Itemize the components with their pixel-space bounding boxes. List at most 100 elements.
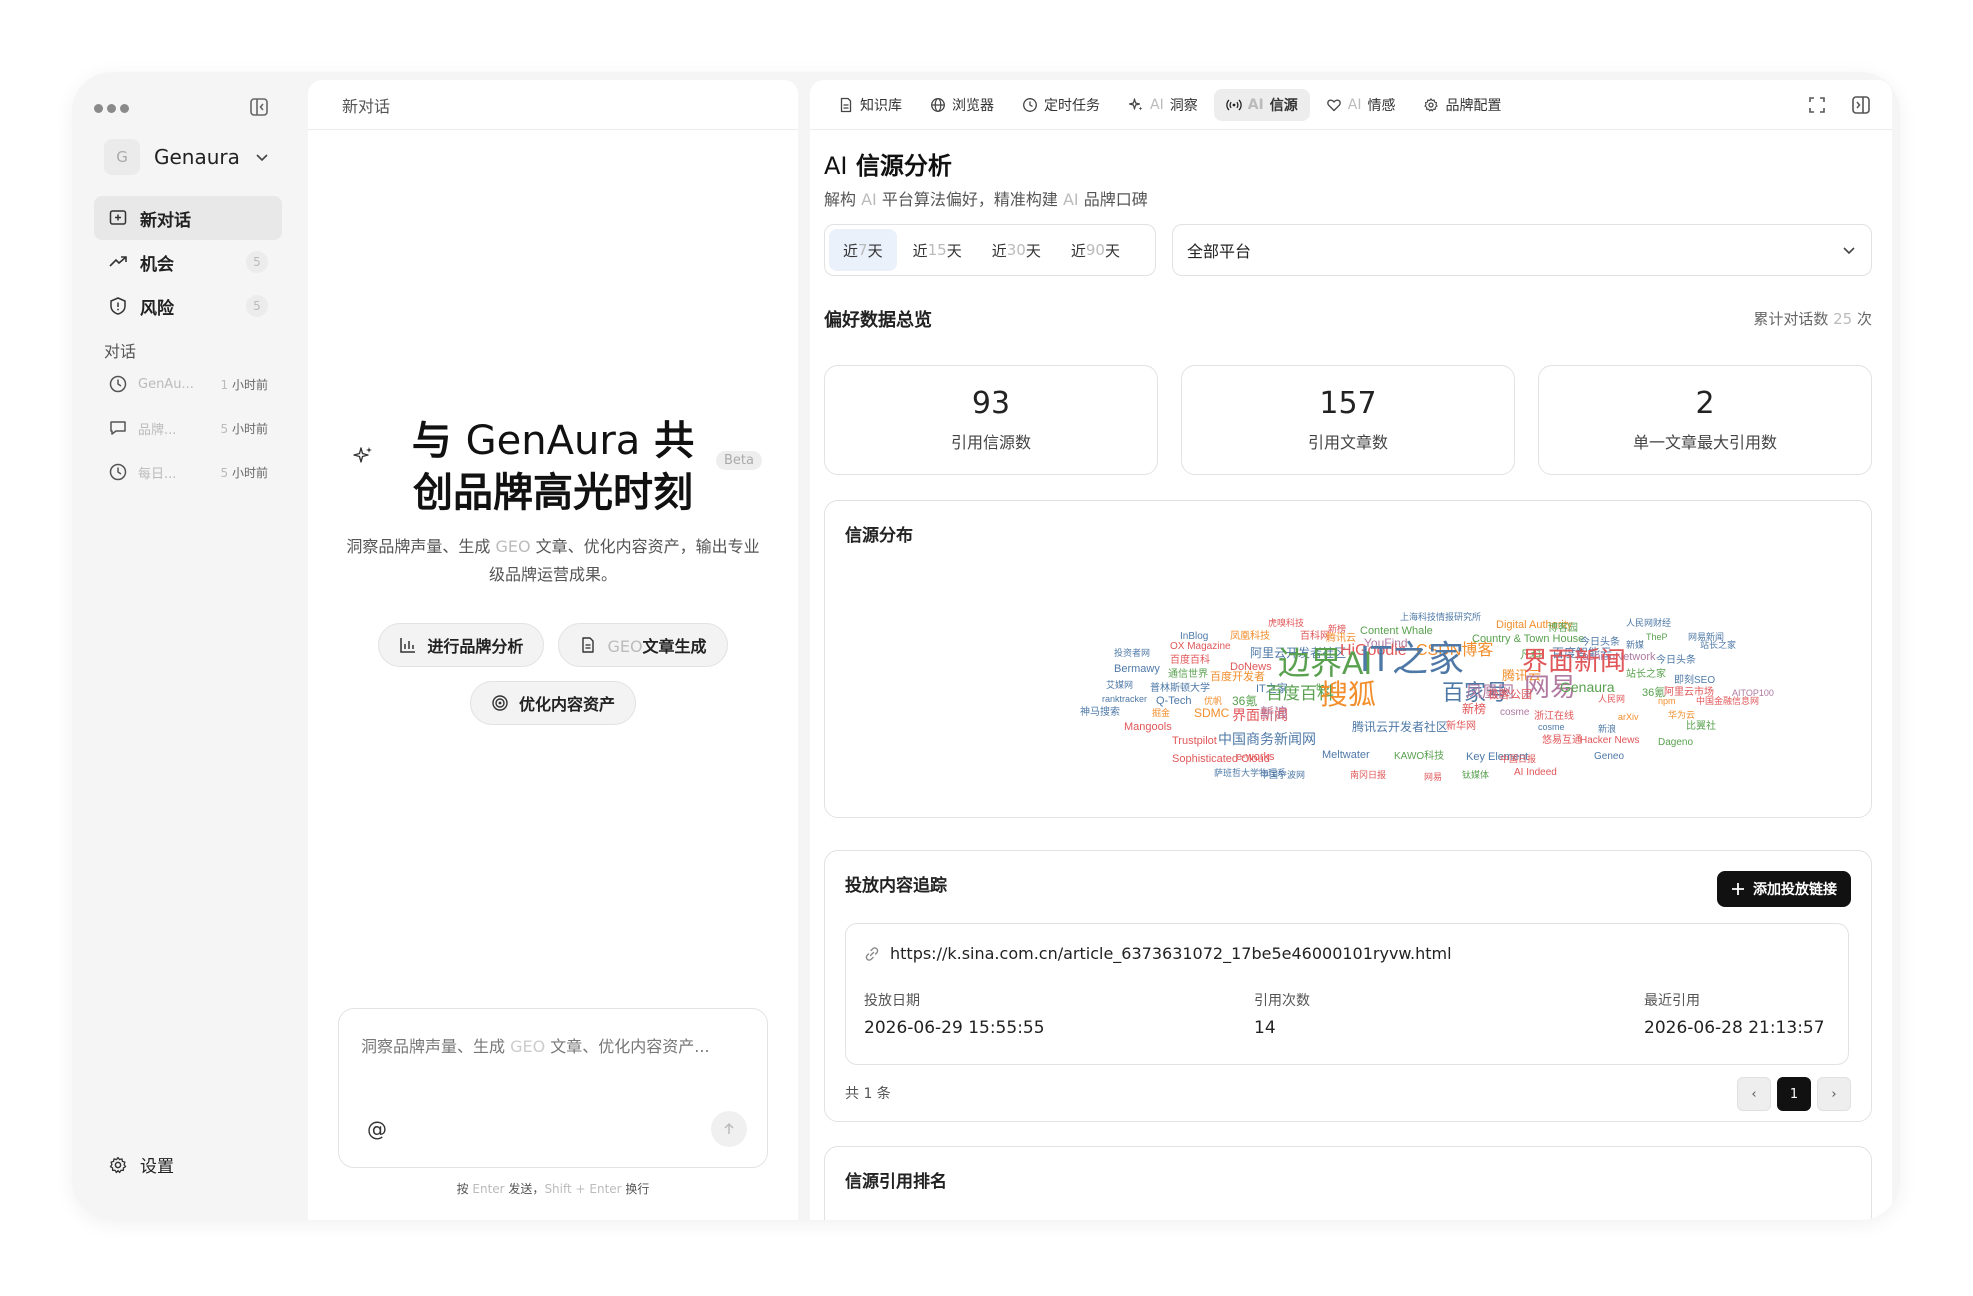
nav-count-badge: 5 [246, 251, 268, 273]
tab-label: 情感 [1367, 97, 1396, 114]
tab-browser[interactable]: 浏览器 [918, 89, 1006, 121]
page-title: AI 信源分析 [824, 146, 952, 181]
geo-article-button[interactable]: GEO文章生成 [558, 623, 728, 667]
tab-prefix: AI [1347, 96, 1362, 113]
beta-badge: Beta [716, 451, 762, 470]
stat-card-max-citations: 2 单一文章最大引用数 [1538, 365, 1872, 475]
hint-key: Shift + Enter [544, 1182, 622, 1196]
mention-button[interactable]: @ [367, 1117, 387, 1141]
message-composer[interactable]: 洞察品牌声量、生成 GEO 文章、优化内容资产... @ [338, 1008, 768, 1168]
prev-page-button[interactable]: ‹ [1737, 1077, 1771, 1111]
conversation-item[interactable]: 品牌... 5 小时前 [94, 406, 282, 450]
sub-ai: AI [1062, 190, 1079, 209]
settings-label: 设置 [140, 1157, 174, 1177]
nav-new-chat[interactable]: 新对话 [94, 196, 282, 240]
tab-scheduled-tasks[interactable]: 定时任务 [1010, 89, 1112, 121]
word-cloud-term: 网易 [1424, 771, 1443, 782]
word-cloud-term: 通信世界 [1168, 669, 1208, 680]
range-text: 近 [912, 241, 928, 260]
word-cloud-term: 中国商务新闻网 [1218, 731, 1316, 747]
tab-prefix: AI [1150, 96, 1164, 113]
range-7-days[interactable]: 近 7 天 [829, 229, 897, 271]
brand-analysis-button[interactable]: 进行品牌分析 [378, 623, 545, 667]
new-chat-icon [109, 210, 127, 225]
range-30-days[interactable]: 近 30 天 [978, 229, 1055, 271]
word-cloud-term: 中国金融信息网 [1696, 695, 1760, 706]
range-90-days[interactable]: 近 90 天 [1057, 229, 1134, 271]
conversation-time: 5 小时前 [221, 420, 268, 437]
geo-prefix: GEO [607, 637, 643, 656]
window-controls[interactable] [94, 104, 129, 113]
button-label: GEO文章生成 [607, 633, 706, 657]
tab-ai-sentiment[interactable]: AI 情感 [1314, 89, 1408, 121]
fullscreen-icon[interactable] [1806, 94, 1828, 116]
range-text: 天 [1025, 241, 1041, 260]
range-number: 30 [1006, 241, 1026, 259]
word-cloud-term: Mangools [1124, 720, 1172, 733]
time-number: 5 [220, 421, 229, 436]
conversations-title: 对话 [104, 342, 137, 361]
word-cloud-term: 凤凰科技 [1230, 631, 1270, 642]
word-cloud-term: cosme [1500, 707, 1530, 718]
page-button[interactable]: 1 [1777, 1077, 1811, 1111]
clock-icon [109, 375, 127, 393]
word-cloud-term: 即刻SEO [1674, 675, 1716, 686]
optimize-assets-button[interactable]: 优化内容资产 [469, 681, 636, 725]
add-link-button[interactable]: 添加投放链接 [1717, 871, 1851, 907]
hero-subtitle: 洞察品牌声量、生成 GEO 文章、优化内容资产，输出专业级品牌运营成果。 [343, 533, 763, 589]
word-cloud-term: 站长之家 [1626, 669, 1666, 680]
word-cloud-term: 虎嗅科技 [1268, 617, 1305, 628]
hero-line-2: 创品牌高光时刻 [413, 470, 693, 516]
tab-knowledge-base[interactable]: 知识库 [826, 89, 914, 121]
word-cloud-term: 百度百科 [1170, 655, 1210, 666]
word-cloud-term: 南冈日报 [1350, 769, 1387, 780]
stat-label: 引用文章数 [1307, 433, 1388, 452]
window-dot-icon[interactable] [94, 104, 103, 113]
tab-ai-sources[interactable]: AI 信源 [1213, 88, 1310, 121]
sub-text: 解构 [824, 190, 862, 209]
toggle-panel-icon[interactable] [1850, 94, 1872, 116]
tab-label: 洞察 [1169, 97, 1198, 114]
settings-button[interactable]: 设置 [108, 1152, 174, 1177]
content-tracking-card: 投放内容追踪 添加投放链接 https://k.sina.com.cn/arti… [824, 850, 1872, 1122]
word-cloud-term: Trustpilot [1172, 734, 1217, 747]
workspace-switcher[interactable]: G Genaura [104, 139, 270, 175]
card-title: 投放内容追踪 [845, 876, 947, 896]
stat-value: 93 [971, 386, 1011, 421]
window-dot-icon[interactable] [107, 104, 116, 113]
hero-text: 共 [640, 418, 695, 464]
word-cloud-term: Genaura [1560, 679, 1615, 695]
pager-count: 共 1 条 [845, 1086, 891, 1102]
gear-icon [1424, 97, 1439, 111]
tab-bar: 知识库 浏览器 定时任务 AI 洞察 AI 信源 AI 情感 品牌配置 [810, 80, 1892, 130]
word-cloud-term: Hacker News [1580, 735, 1640, 746]
window-dot-icon[interactable] [120, 104, 129, 113]
word-cloud-term: SDMC [1194, 706, 1230, 720]
tracked-url[interactable]: https://k.sina.com.cn/article_6373631072… [864, 944, 1452, 963]
bar-chart-icon [400, 638, 416, 653]
range-15-days[interactable]: 近 15 天 [899, 229, 976, 271]
word-cloud-term: 站长之家 [1700, 639, 1737, 650]
nav-opportunities[interactable]: 机会 5 [94, 240, 282, 284]
workspace-name: Genaura [154, 145, 240, 169]
conversation-item[interactable]: 每日... 5 小时前 [94, 450, 282, 494]
collapse-sidebar-icon[interactable] [248, 96, 270, 118]
send-button[interactable] [711, 1111, 747, 1147]
word-cloud: 虎嗅科技 上海科技情报研究所 Digital Authority 人民网财经 新榜 Con… [825, 501, 1873, 819]
conversation-item[interactable]: GenAu... 1 小时前 [94, 362, 282, 406]
meta-post-date: 投放日期 2026-06-29 15:55:55 [864, 990, 1045, 1038]
platform-select[interactable]: 全部平台 [1172, 224, 1872, 276]
tab-brand-config[interactable]: 品牌配置 [1411, 89, 1513, 121]
next-page-button[interactable]: › [1817, 1077, 1851, 1111]
gear-icon [109, 1156, 127, 1173]
tab-ai-insights[interactable]: AI 洞察 [1116, 89, 1210, 121]
word-cloud-term: OX Magazine [1170, 641, 1231, 652]
word-cloud-term: 百度开发者 [1210, 670, 1265, 683]
word-cloud-term: 华为云 [1668, 709, 1696, 720]
title-ai: AI [824, 152, 848, 180]
composer-placeholder[interactable]: 洞察品牌声量、生成 GEO 文章、优化内容资产... [361, 1033, 710, 1057]
nav-risks[interactable]: 风险 5 [94, 284, 282, 328]
chat-bubble-icon [110, 421, 126, 435]
tab-label: 信源 [1269, 97, 1298, 114]
range-number: 7 [858, 241, 868, 259]
